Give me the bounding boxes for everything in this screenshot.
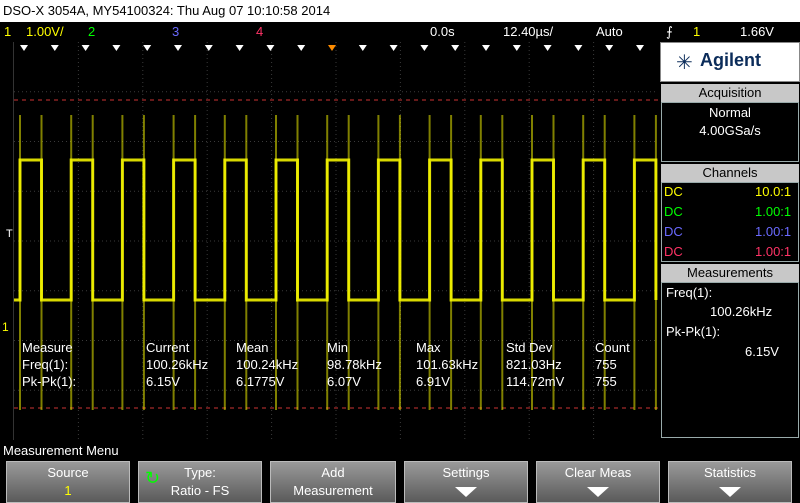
- ch2-probe-ratio: 1.00:1: [755, 204, 792, 219]
- acq-mode: Normal: [709, 105, 751, 120]
- header-count: Count: [595, 340, 630, 355]
- header-measure: Measure: [22, 340, 73, 355]
- time-marker: [143, 45, 152, 51]
- add-measurement-softkey[interactable]: Add Measurement: [270, 461, 396, 503]
- trigger-mode[interactable]: Auto: [596, 22, 623, 42]
- ch4-number[interactable]: 4: [256, 22, 263, 42]
- ch1-ground-marker[interactable]: 1: [2, 320, 9, 334]
- cell: 6.07V: [327, 374, 361, 389]
- channels-header[interactable]: Channels: [661, 164, 799, 182]
- softkey-label-2: Measurement: [293, 483, 373, 498]
- time-marker: [451, 45, 460, 51]
- time-marker: [204, 45, 213, 51]
- ch1-scale[interactable]: 1.00V/: [26, 22, 64, 42]
- freq-label: Freq(1):: [666, 285, 713, 300]
- row-label: Pk-Pk(1):: [22, 374, 77, 389]
- header-mean: Mean: [236, 340, 269, 355]
- trigger-slope-icon: ⨍: [666, 24, 673, 39]
- agilent-logo: Agilent: [700, 50, 761, 70]
- time-marker: [297, 45, 306, 51]
- acquisition-header[interactable]: Acquisition: [661, 84, 799, 102]
- ch1-number[interactable]: 1: [4, 22, 11, 42]
- time-marker: [174, 45, 182, 51]
- ch1-probe-ratio: 10.0:1: [755, 184, 792, 199]
- header-current: Current: [146, 340, 190, 355]
- time-marker: [605, 45, 614, 51]
- softkey-label: Source: [47, 465, 89, 480]
- time-marker: [358, 45, 367, 51]
- submenu-down-arrow-icon: [455, 487, 477, 497]
- time-marker: [20, 45, 28, 51]
- ch3-coupling: DC: [664, 224, 683, 239]
- row-label: Freq(1):: [22, 357, 69, 372]
- softkey-label: Add: [321, 465, 345, 480]
- header-stddev: Std Dev: [506, 340, 553, 355]
- time-marker: [389, 45, 398, 51]
- header-min: Min: [327, 340, 348, 355]
- status-bar: 1 1.00V/ 2 3 4 0.0s 12.40µs/ Auto ⨍ 1 1.…: [0, 22, 800, 42]
- cell: 98.78kHz: [327, 357, 382, 372]
- time-marker: [50, 45, 59, 51]
- softkey-label: Statistics: [703, 465, 756, 480]
- pkpk-value: 6.15V: [745, 344, 779, 359]
- header-max: Max: [416, 340, 441, 355]
- time-delay[interactable]: 0.0s: [430, 22, 455, 42]
- cell: 100.26kHz: [146, 357, 209, 372]
- measurements-header[interactable]: Measurements: [661, 264, 799, 282]
- ch2-number[interactable]: 2: [88, 22, 95, 42]
- ch4-coupling: DC: [664, 244, 683, 259]
- window-title: DSO-X 3054A, MY54100324: Thu Aug 07 10:1…: [0, 0, 800, 22]
- ch2-coupling: DC: [664, 204, 683, 219]
- time-marker: [512, 45, 521, 51]
- trigger-level[interactable]: 1.66V: [740, 22, 774, 42]
- source-softkey[interactable]: Source 1: [6, 461, 130, 503]
- cell: 755: [595, 374, 617, 389]
- agilent-spark-icon: ✳: [676, 52, 693, 74]
- time-marker: [81, 45, 90, 51]
- cell: 101.63kHz: [416, 357, 479, 372]
- settings-softkey[interactable]: Settings: [404, 461, 528, 503]
- trigger-level-marker[interactable]: T: [6, 228, 13, 240]
- cell: 755: [595, 357, 617, 372]
- ch1-coupling: DC: [664, 184, 683, 199]
- pkpk-label: Pk-Pk(1):: [666, 324, 721, 339]
- time-marker: [112, 45, 121, 51]
- softkey-label: Clear Meas: [564, 465, 632, 480]
- clear-meas-softkey[interactable]: Clear Meas: [536, 461, 660, 503]
- trigger-position-marker: [328, 45, 336, 51]
- time-marker: [574, 45, 583, 51]
- ch3-probe-ratio: 1.00:1: [755, 224, 792, 239]
- time-marker: [636, 45, 644, 51]
- time-marker: [235, 45, 244, 51]
- time-marker: [266, 45, 275, 51]
- statistics-softkey[interactable]: Statistics: [668, 461, 792, 503]
- cell: 6.15V: [146, 374, 180, 389]
- submenu-down-arrow-icon: [719, 487, 741, 497]
- cell: 821.03Hz: [506, 357, 562, 372]
- time-scale[interactable]: 12.40µs/: [503, 22, 553, 42]
- submenu-down-arrow-icon: [587, 487, 609, 497]
- ch1-waveform-trace: [14, 158, 658, 302]
- cell: 114.72mV: [506, 374, 565, 389]
- freq-value: 100.26kHz: [710, 304, 773, 319]
- time-marker: [420, 45, 429, 51]
- cell: 100.24kHz: [236, 357, 299, 372]
- ch3-number[interactable]: 3: [172, 22, 179, 42]
- rotate-knob-icon: ↻: [145, 468, 161, 488]
- softkey-label: Settings: [442, 465, 490, 480]
- time-marker: [543, 45, 552, 51]
- ch4-probe-ratio: 1.00:1: [755, 244, 792, 259]
- softkey-value: 1: [64, 483, 72, 498]
- trigger-channel[interactable]: 1: [693, 22, 700, 42]
- cell: 6.91V: [416, 374, 450, 389]
- sample-rate: 4.00GSa/s: [699, 123, 761, 138]
- time-marker: [482, 45, 490, 51]
- menu-title: Measurement Menu: [3, 443, 119, 458]
- cell: 6.1775V: [236, 374, 285, 389]
- type-softkey[interactable]: ↻ Type: Ratio - FS: [138, 461, 262, 503]
